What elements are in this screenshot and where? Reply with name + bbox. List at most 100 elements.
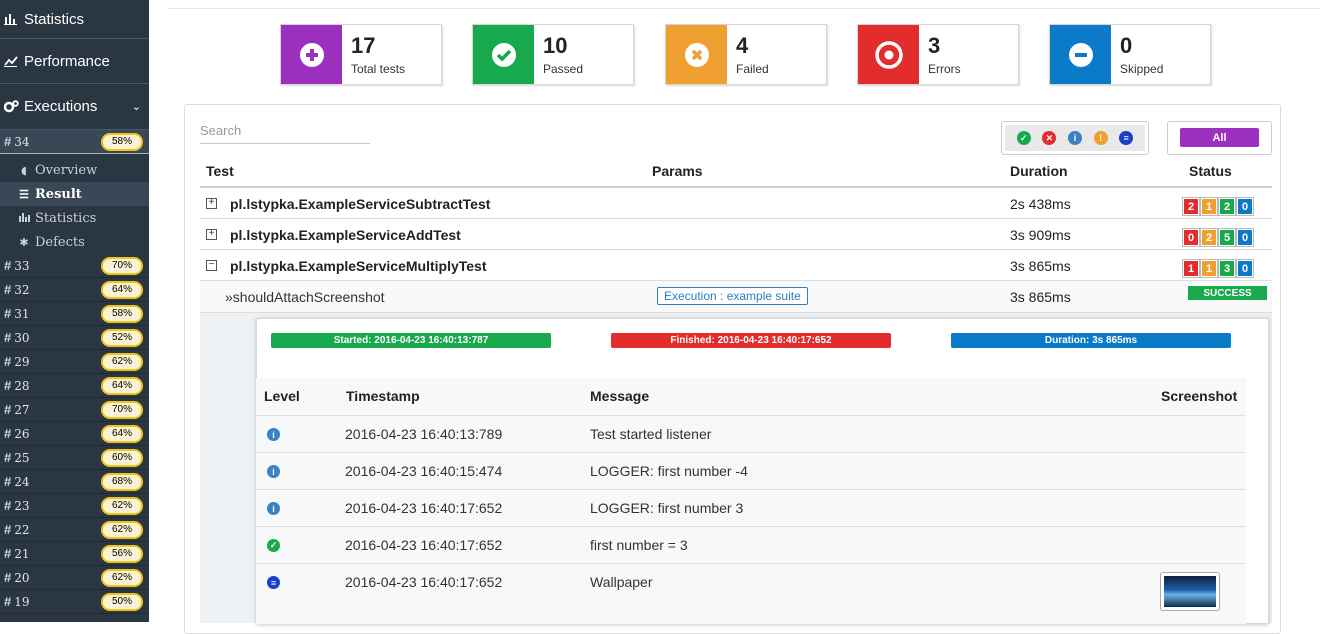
- sub-item-result[interactable]: ☰ Result: [0, 182, 149, 206]
- log-header-timestamp: Timestamp: [346, 388, 420, 404]
- run-item[interactable]: #21 56%: [0, 542, 149, 566]
- run-number: 21: [14, 546, 30, 561]
- run-item[interactable]: #19 50%: [0, 590, 149, 614]
- run-number: 26: [14, 426, 30, 441]
- log-timestamp: 2016-04-23 16:40:17:652: [345, 537, 503, 553]
- table-row[interactable]: + pl.lstypka.ExampleServiceAddTest 3s 909m…: [200, 219, 1272, 250]
- finished-bar: Finished: 2016-04-23 16:40:17:652: [611, 333, 891, 348]
- status-counts: 0250: [1183, 229, 1253, 246]
- hash-icon: #: [4, 522, 12, 537]
- stat-card: 3 Errors: [857, 24, 1019, 85]
- search-input[interactable]: Search: [200, 123, 370, 144]
- run-item[interactable]: #22 62%: [0, 518, 149, 542]
- run-number: 25: [14, 450, 30, 465]
- stat-card: 10 Passed: [472, 24, 634, 85]
- pass-rate-badge: 64%: [101, 424, 143, 443]
- filter-info-icon[interactable]: i: [1067, 131, 1082, 145]
- log-message: Wallpaper: [590, 574, 653, 590]
- run-number: 27: [14, 402, 30, 417]
- filter-all-button[interactable]: All: [1180, 128, 1259, 147]
- stat-value: 17: [351, 33, 376, 58]
- sidebar: Statistics Performance Executions ⌄ # 34…: [0, 0, 149, 622]
- test-class-name: pl.lstypka.ExampleServiceMultiplyTest: [230, 258, 487, 274]
- info-icon: i: [267, 428, 280, 441]
- status-count-badge: 1: [1201, 260, 1217, 277]
- run-number: 31: [14, 306, 30, 321]
- top-strip: [149, 0, 1339, 9]
- gears-icon: [4, 100, 20, 113]
- run-item-current[interactable]: # 34 58%: [0, 130, 149, 154]
- sub-item-statistics[interactable]: Statistics: [0, 206, 149, 230]
- log-message: Test started listener: [590, 426, 712, 442]
- nav-performance[interactable]: Performance: [0, 39, 149, 84]
- run-item[interactable]: #31 58%: [0, 302, 149, 326]
- stat-value: 4: [736, 33, 749, 58]
- log-row: ✓ 2016-04-23 16:40:17:652 first number = 3: [256, 526, 1246, 564]
- log-timestamp: 2016-04-23 16:40:15:474: [345, 463, 503, 479]
- status-count-badge: 3: [1219, 260, 1235, 277]
- filter-passed-check-icon[interactable]: ✓: [1016, 131, 1031, 145]
- nav-executions[interactable]: Executions ⌄: [0, 84, 149, 130]
- stat-label: Errors: [928, 62, 961, 76]
- table-row[interactable]: + pl.lstypka.ExampleServiceSubtractTest 2s…: [200, 188, 1272, 219]
- sub-item-label: Statistics: [35, 210, 97, 226]
- filter-screenshot-icon[interactable]: ≡: [1119, 131, 1134, 145]
- status-count-badge: 5: [1219, 229, 1235, 246]
- log-timestamp: 2016-04-23 16:40:13:789: [345, 426, 503, 442]
- run-item[interactable]: #32 64%: [0, 278, 149, 302]
- pass-rate-badge: 60%: [101, 448, 143, 467]
- sub-item-label: Defects: [35, 234, 85, 250]
- run-number: 29: [14, 354, 30, 369]
- run-item[interactable]: #30 52%: [0, 326, 149, 350]
- run-item[interactable]: #28 64%: [0, 374, 149, 398]
- list-icon: ☰: [19, 187, 29, 201]
- run-item[interactable]: #26 64%: [0, 422, 149, 446]
- run-item[interactable]: #27 70%: [0, 398, 149, 422]
- stat-label: Failed: [736, 62, 769, 76]
- pass-rate-badge: 62%: [101, 520, 143, 539]
- filter-failed-times-icon[interactable]: ✕: [1042, 131, 1057, 145]
- pass-rate-badge: 62%: [101, 352, 143, 371]
- nav-label: Performance: [24, 52, 110, 70]
- pass-rate-badge: 58%: [101, 132, 143, 151]
- hash-icon: #: [4, 306, 12, 321]
- status-count-badge: 2: [1201, 229, 1217, 246]
- test-class-name: pl.lstypka.ExampleServiceSubtractTest: [230, 196, 491, 212]
- table-row[interactable]: − pl.lstypka.ExampleServiceMultiplyTest 3s…: [200, 250, 1272, 281]
- screenshot-thumbnail[interactable]: [1160, 572, 1220, 611]
- run-number: 24: [14, 474, 30, 489]
- hash-icon: #: [4, 450, 12, 465]
- run-item[interactable]: #23 62%: [0, 494, 149, 518]
- method-row[interactable]: »shouldAttachScreenshot Execution : exam…: [200, 281, 1272, 312]
- log-row: i 2016-04-23 16:40:15:474 LOGGER: first nu…: [256, 452, 1246, 490]
- run-number: 30: [14, 330, 30, 345]
- sub-item-overview[interactable]: ◖ Overview: [0, 158, 149, 182]
- run-item[interactable]: #20 62%: [0, 566, 149, 590]
- test-duration: 3s 909ms: [1010, 227, 1071, 243]
- log-row: ≡ 2016-04-23 16:40:17:652 Wallpaper: [256, 563, 1246, 624]
- stat-card: 4 Failed: [665, 24, 827, 85]
- times-icon: [666, 25, 727, 84]
- nav-statistics[interactable]: Statistics: [0, 0, 149, 39]
- run-item[interactable]: #24 68%: [0, 470, 149, 494]
- sub-item-defects[interactable]: ✱ Defects: [0, 230, 149, 254]
- screenshot-icon: ≡: [267, 576, 280, 589]
- info-icon: i: [267, 465, 280, 478]
- test-class-name: pl.lstypka.ExampleServiceAddTest: [230, 227, 461, 243]
- collapse-icon[interactable]: −: [206, 260, 217, 271]
- pass-rate-badge: 64%: [101, 376, 143, 395]
- run-item[interactable]: #25 60%: [0, 446, 149, 470]
- run-number: 23: [14, 498, 30, 513]
- params-label: Execution : example suite: [657, 287, 808, 305]
- expand-icon[interactable]: +: [206, 229, 217, 240]
- stat-card: 17 Total tests: [280, 24, 442, 85]
- check-icon: [473, 25, 534, 84]
- run-item[interactable]: #33 70%: [0, 254, 149, 278]
- filter-warning-icon[interactable]: !: [1093, 131, 1108, 145]
- log-header-screenshot: Screenshot: [1161, 388, 1238, 404]
- column-header-test: Test: [206, 163, 234, 179]
- run-number: 33: [14, 258, 30, 273]
- run-item[interactable]: #29 62%: [0, 350, 149, 374]
- minus-icon: [1050, 25, 1111, 84]
- expand-icon[interactable]: +: [206, 198, 217, 209]
